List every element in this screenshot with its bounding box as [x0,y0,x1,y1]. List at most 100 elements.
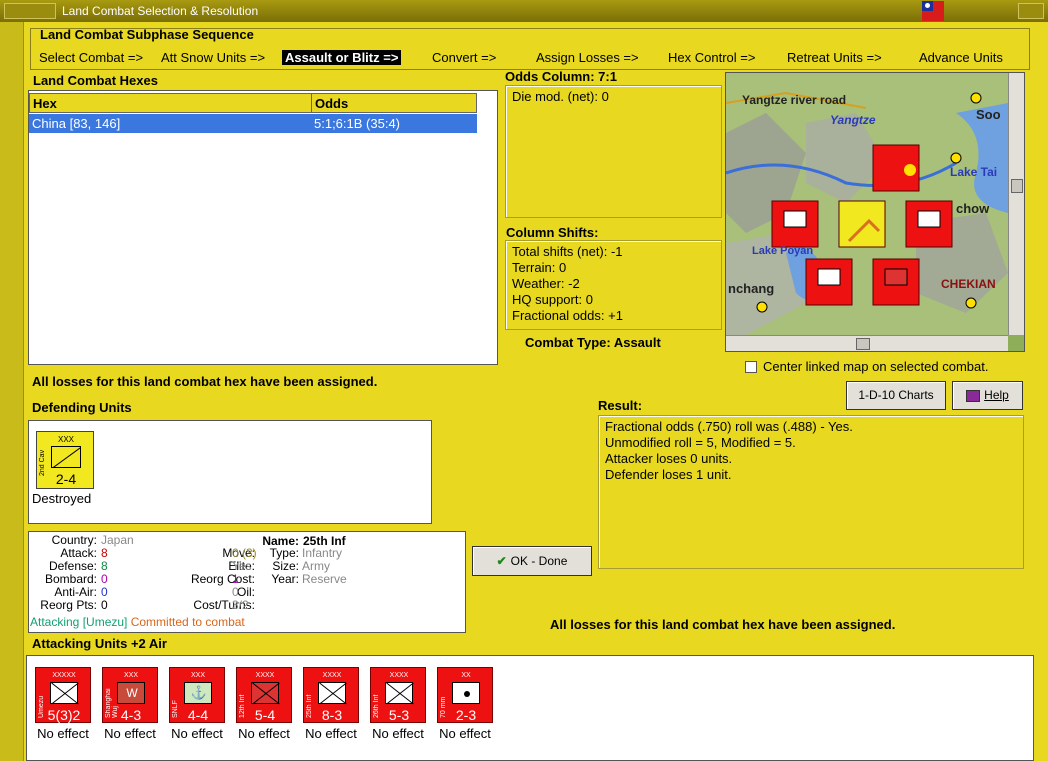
unit-info-panel: Country: Attack: Defense: Bombard: Anti-… [28,531,466,633]
defending-units-list: XXX 2nd Cav 2-4 Destroyed [28,420,432,524]
map-label: nchang [728,281,775,296]
subphase-sequence: Select Combat => Att Snow Units => Assau… [30,28,1030,70]
attacking-unit-counter[interactable]: XX 70 mm 2-3 [437,667,493,723]
attacking-title: Attacking Units +2 Air [32,636,167,651]
step-att-snow-units[interactable]: Att Snow Units => [161,50,265,65]
help-book-icon [966,389,981,402]
unit-strength: 2-4 [55,471,77,487]
map-label: Lake Poyan [752,245,814,257]
help-button[interactable]: Help [952,381,1023,410]
hexes-title: Land Combat Hexes [33,73,158,88]
col-odds-header: Odds [315,96,349,111]
charts-button[interactable]: 1-D-10 Charts [846,381,946,410]
map-label: Soo [976,107,1001,122]
shift-hq: HQ support: 0 [512,292,593,307]
attacking-status: Attacking [Umezu] [30,615,128,629]
odds-box: Die mod. (net): 0 [505,85,722,218]
shift-fractional: Fractional odds: +1 [512,308,623,323]
left-frame [0,22,24,761]
unit-strength: 5-4 [254,707,276,723]
center-map-label: Center linked map on selected combat. [763,359,989,374]
reorg-pts-label: Reorg Pts: [40,598,97,612]
unit-effect: No effect [439,726,491,741]
result-line: Fractional odds (.750) roll was (.488) -… [605,419,853,434]
map-label: Yangtze [830,113,876,127]
result-title: Result: [598,398,643,413]
hscroll-thumb[interactable] [856,338,870,350]
shift-weather: Weather: -2 [512,276,580,291]
unit-strength: 8-3 [321,707,343,723]
die-mod: Die mod. (net): 0 [512,89,609,104]
step-hex-control[interactable]: Hex Control => [668,50,755,65]
infantry-icon [50,682,79,705]
shift-total: Total shifts (net): -1 [512,244,623,259]
help-label: Help [984,388,1009,402]
attacking-unit-counter[interactable]: XXX Shanghai Wuj W 4-3 [102,667,158,723]
map-label: Lake Tai [950,165,998,179]
map-vscrollbar[interactable] [1008,73,1024,335]
ok-done-button[interactable]: ✔ OK - Done [472,546,592,576]
step-advance-units[interactable]: Advance Units [919,50,1003,65]
nationality-flag-icon [922,1,944,21]
result-line: Defender loses 1 unit. [605,467,732,482]
ok-done-label: OK - Done [510,554,568,568]
window-title: Land Combat Selection & Resolution [62,4,259,18]
losses-note-bottom: All losses for this land combat hex have… [550,617,896,632]
unit-strength: 4-4 [187,707,209,723]
result-line: Unmodified roll = 5, Modified = 5. [605,435,796,450]
shift-terrain: Terrain: 0 [512,260,567,275]
center-map-checkbox[interactable] [745,361,757,373]
infantry-icon [251,682,280,705]
combat-type: Combat Type: Assault [525,335,661,350]
defending-unit-counter[interactable]: XXX 2nd Cav 2-4 [36,431,94,489]
shifts-box: Total shifts (net): -1 Terrain: 0 Weathe… [505,240,722,330]
shifts-title: Column Shifts: [506,225,599,240]
artillery-icon [452,682,480,704]
step-assign-losses[interactable]: Assign Losses => [536,50,639,65]
step-convert[interactable]: Convert => [432,50,496,65]
step-retreat-units[interactable]: Retreat Units => [787,50,882,65]
odds-cell: 5:1;6:1B (35:4) [314,116,400,131]
year-label: Year: [271,572,299,586]
window-menu-icon[interactable] [4,3,56,19]
attacking-unit-counter[interactable]: XXXX 26th Inf 5-3 [370,667,426,723]
attacking-unit-counter[interactable]: XXX SNLF ⚓ 4-4 [169,667,225,723]
cavalry-icon [51,446,81,468]
unit-effect: No effect [305,726,357,741]
hexes-header: Hex Odds [29,93,477,113]
col-hex-header: Hex [33,96,57,111]
unit-effect: No effect [37,726,89,741]
committed-status: Committed to combat [130,615,245,629]
unit-status: Destroyed [32,491,92,506]
result-box: Fractional odds (.750) roll was (.488) -… [598,415,1024,569]
result-line: Attacker loses 0 units. [605,451,733,466]
map-label: Yangtze river road [742,93,847,107]
unit-strength: 5(3)2 [47,707,81,723]
window-titlebar: Land Combat Selection & Resolution [0,0,1048,22]
infantry-icon [318,682,347,705]
map-label: CHEKIAN [941,277,996,291]
map-hscrollbar[interactable] [726,335,1008,351]
cost-turns-value: 3/2 [232,598,249,612]
militia-icon: W [117,682,145,704]
reorg-pts-value: 0 [101,598,108,612]
unit-effect: No effect [104,726,156,741]
step-assault-or-blitz[interactable]: Assault or Blitz => [282,50,402,65]
unit-strength: 5-3 [388,707,410,723]
losses-note: All losses for this land combat hex have… [32,374,378,389]
linked-map[interactable]: Yangtze river road Yangtze Soo Lake Tai … [725,72,1025,352]
unit-strength: 4-3 [120,707,142,723]
attacking-unit-counter[interactable]: XXXX 12th Inf 5-4 [236,667,292,723]
marine-anchor-icon: ⚓ [184,682,212,704]
attacking-unit-counter[interactable]: XXXXX Umezu 5(3)2 [35,667,91,723]
defending-title: Defending Units [32,400,132,415]
attacking-unit-counter[interactable]: XXXX 25th Inf 8-3 [303,667,359,723]
unit-effect: No effect [238,726,290,741]
table-row[interactable]: China [83, 146] 5:1;6:1B (35:4) [29,114,477,133]
infantry-icon [385,682,414,705]
step-select-combat[interactable]: Select Combat => [39,50,143,65]
minimize-button[interactable] [1018,3,1044,19]
unit-strength: 2-3 [455,707,477,723]
vscroll-thumb[interactable] [1011,179,1023,193]
unit-effect: No effect [171,726,223,741]
